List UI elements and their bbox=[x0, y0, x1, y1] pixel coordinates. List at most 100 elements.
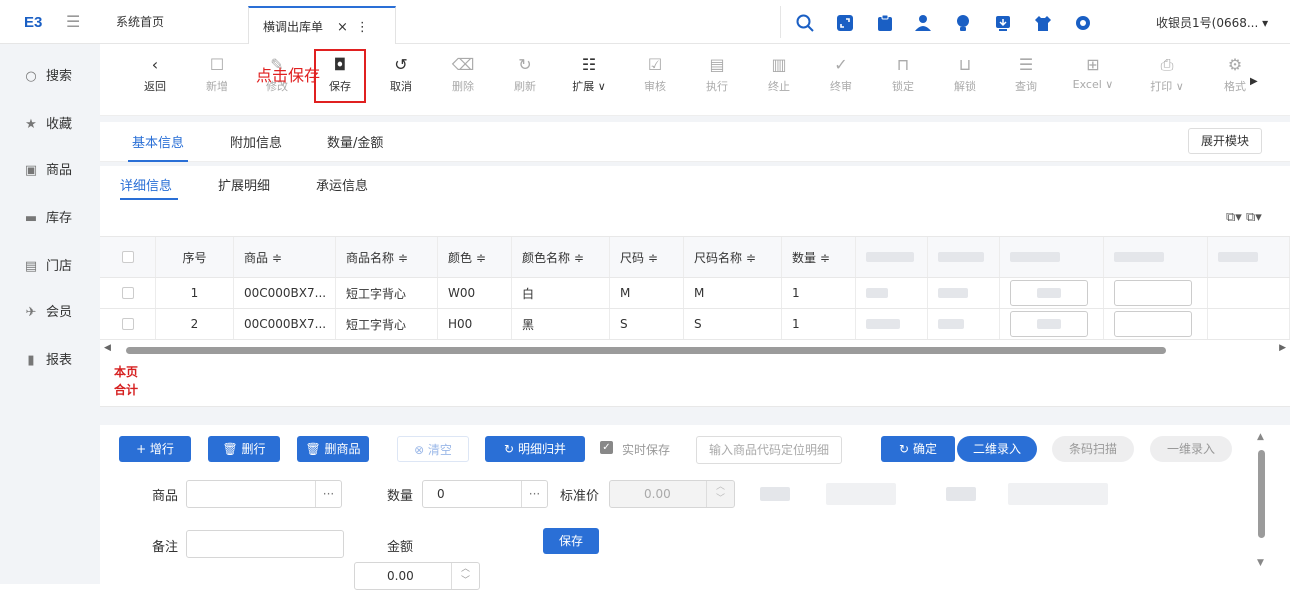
col-header[interactable]: 数量 ≑ bbox=[782, 237, 856, 277]
save-entry-button[interactable]: 保存 bbox=[543, 528, 599, 554]
row-select[interactable] bbox=[100, 278, 156, 308]
excel-button[interactable]: ⊞ Excel ∨ bbox=[1065, 56, 1121, 92]
audit-button[interactable]: ☑ 审核 bbox=[632, 56, 678, 94]
more-icon[interactable]: ··· bbox=[315, 481, 341, 507]
tab-extra-info[interactable]: 附加信息 bbox=[230, 132, 282, 151]
lock-button[interactable]: ⊓ 锁定 bbox=[880, 56, 926, 94]
sidebar-item-store[interactable]: ▤ 门店 bbox=[0, 252, 100, 282]
col-header[interactable]: 商品名称 ≑ bbox=[336, 237, 438, 277]
remark-input[interactable] bbox=[186, 530, 344, 558]
realtime-save-checkbox[interactable]: ✓ bbox=[600, 441, 613, 454]
more-icon[interactable]: ⋮ bbox=[356, 20, 369, 35]
checkbox[interactable] bbox=[121, 251, 134, 263]
cell-input[interactable] bbox=[1104, 309, 1208, 339]
scroll-right-icon[interactable]: ▶ bbox=[1279, 343, 1286, 353]
print-button[interactable]: ⎙ 打印 ∨ bbox=[1140, 56, 1194, 94]
tab-transfer-out[interactable]: 横调出库单 × ⋮ bbox=[248, 6, 396, 44]
locate-detail-input[interactable]: 输入商品代码定位明细 bbox=[696, 436, 842, 464]
query-button[interactable]: ☰ 查询 bbox=[1003, 56, 1049, 94]
delete-goods-button[interactable]: 🗑 删商品 bbox=[297, 436, 369, 462]
terminate-button[interactable]: ▥ 终止 bbox=[756, 56, 802, 94]
download-icon[interactable] bbox=[994, 14, 1012, 32]
one-dim-entry-button[interactable]: 一维录入 bbox=[1150, 436, 1232, 462]
refresh-button[interactable]: ↻ 刷新 bbox=[502, 56, 548, 94]
delete-button[interactable]: ⌫ 删除 bbox=[440, 56, 486, 94]
col-header[interactable]: 序号 bbox=[156, 237, 234, 277]
expand-module-button[interactable]: 展开模块 bbox=[1188, 128, 1262, 154]
sidebar-item-goods[interactable]: ▣ 商品 bbox=[0, 156, 100, 186]
checkbox[interactable] bbox=[121, 287, 134, 299]
tab-quantity-amount[interactable]: 数量/金额 bbox=[327, 132, 383, 151]
goods-input[interactable]: ··· bbox=[186, 480, 342, 508]
merge-detail-button[interactable]: ↻ 明细归并 bbox=[485, 436, 585, 462]
new-button[interactable]: ☐ 新增 bbox=[194, 56, 240, 94]
table-row[interactable]: 2 00C000BX7... 短工字背心 H00 黑 S S 1 bbox=[100, 309, 1290, 340]
sidebar-item-search[interactable]: ○ 搜索 bbox=[0, 62, 100, 92]
sidebar-item-report[interactable]: ▮ 报表 bbox=[0, 346, 100, 376]
cell-color[interactable]: W00 bbox=[438, 278, 512, 308]
cell-color[interactable]: H00 bbox=[438, 309, 512, 339]
cell-goods-code[interactable]: 00C000BX7... bbox=[234, 309, 336, 339]
clipboard-icon[interactable] bbox=[876, 14, 894, 32]
scroll-right-icon[interactable]: ▶ bbox=[1250, 76, 1258, 87]
col-header[interactable]: 尺码名称 ≑ bbox=[684, 237, 782, 277]
cell-goods-code[interactable]: 00C000BX7... bbox=[234, 278, 336, 308]
cell-input-box[interactable] bbox=[1114, 311, 1192, 337]
scroll-up-icon[interactable]: ▲ bbox=[1257, 432, 1264, 442]
sidebar-item-member[interactable]: ✈ 会员 bbox=[0, 298, 100, 328]
row-select[interactable] bbox=[100, 309, 156, 339]
cell-input-box[interactable] bbox=[1010, 280, 1088, 306]
cell-input[interactable] bbox=[1000, 309, 1104, 339]
barcode-scan-button[interactable]: 条码扫描 bbox=[1052, 436, 1134, 462]
quantity-input[interactable]: 0 ··· bbox=[422, 480, 548, 508]
back-button[interactable]: ‹ 返回 bbox=[132, 56, 178, 94]
scroll-down-icon[interactable]: ▼ bbox=[1257, 558, 1264, 568]
unlock-button[interactable]: ⊔ 解锁 bbox=[942, 56, 988, 94]
tab-home[interactable]: 系统首页 bbox=[102, 0, 178, 44]
cancel-button[interactable]: ↺ 取消 bbox=[378, 56, 424, 94]
sidebar-item-inventory[interactable]: ▬ 库存 bbox=[0, 204, 100, 234]
close-icon[interactable]: × bbox=[337, 20, 348, 35]
checkbox[interactable] bbox=[121, 318, 134, 330]
clear-button[interactable]: ⊗ 清空 bbox=[397, 436, 469, 462]
user-menu[interactable]: 收银员1号(0668... ▾ bbox=[1156, 14, 1268, 31]
col-header[interactable]: 尺码 ≑ bbox=[610, 237, 684, 277]
final-audit-button[interactable]: ✓ 终审 bbox=[818, 56, 864, 94]
bulb-icon[interactable] bbox=[954, 14, 972, 32]
execute-button[interactable]: ▤ 执行 bbox=[694, 56, 740, 94]
col-header[interactable]: 商品 ≑ bbox=[234, 237, 336, 277]
cell-input[interactable] bbox=[1000, 278, 1104, 308]
sidebar-item-favorites[interactable]: ★ 收藏 bbox=[0, 110, 100, 140]
table-row[interactable]: 1 00C000BX7... 短工字背心 W00 白 M M 1 bbox=[100, 278, 1290, 309]
format-button[interactable]: ⚙ 格式 bbox=[1212, 56, 1258, 94]
gear-icon[interactable] bbox=[1074, 14, 1092, 32]
fullscreen-icon[interactable] bbox=[836, 14, 854, 32]
scrollbar-thumb[interactable] bbox=[126, 347, 1166, 354]
cell-quantity[interactable]: 1 bbox=[782, 278, 856, 308]
copy-icon[interactable]: ⧉▾ ⧉▾ bbox=[1226, 210, 1262, 225]
cell-input-box[interactable] bbox=[1010, 311, 1088, 337]
select-all-cell[interactable] bbox=[100, 237, 156, 277]
search-icon[interactable] bbox=[796, 14, 814, 32]
delete-row-button[interactable]: 🗑 删行 bbox=[208, 436, 280, 462]
stepper-icon[interactable]: ︿ ﹀ bbox=[451, 563, 479, 589]
cell-input-box[interactable] bbox=[1114, 280, 1192, 306]
confirm-button[interactable]: ↻ 确定 bbox=[881, 436, 955, 462]
tab-basic-info[interactable]: 基本信息 bbox=[132, 132, 184, 151]
cell-quantity[interactable]: 1 bbox=[782, 309, 856, 339]
user-group-icon[interactable] bbox=[914, 14, 932, 32]
shirt-icon[interactable] bbox=[1034, 14, 1052, 32]
amount-input[interactable]: 0.00 ︿ ﹀ bbox=[354, 562, 480, 590]
cell-size[interactable]: S bbox=[610, 309, 684, 339]
menu-toggle-icon[interactable]: ☰ bbox=[66, 12, 80, 31]
col-header[interactable]: 颜色 ≑ bbox=[438, 237, 512, 277]
tab-extend-detail[interactable]: 扩展明细 bbox=[218, 175, 270, 194]
col-header[interactable]: 颜色名称 ≑ bbox=[512, 237, 610, 277]
cell-size[interactable]: M bbox=[610, 278, 684, 308]
add-row-button[interactable]: + 增行 bbox=[119, 436, 191, 462]
vertical-scrollbar[interactable]: ▲ ▼ bbox=[1253, 432, 1269, 580]
more-icon[interactable]: ··· bbox=[521, 481, 547, 507]
extend-button[interactable]: ☷ 扩展 ∨ bbox=[566, 56, 612, 94]
two-dim-entry-button[interactable]: 二维录入 bbox=[957, 436, 1037, 462]
tab-detail-info[interactable]: 详细信息 bbox=[120, 175, 172, 194]
